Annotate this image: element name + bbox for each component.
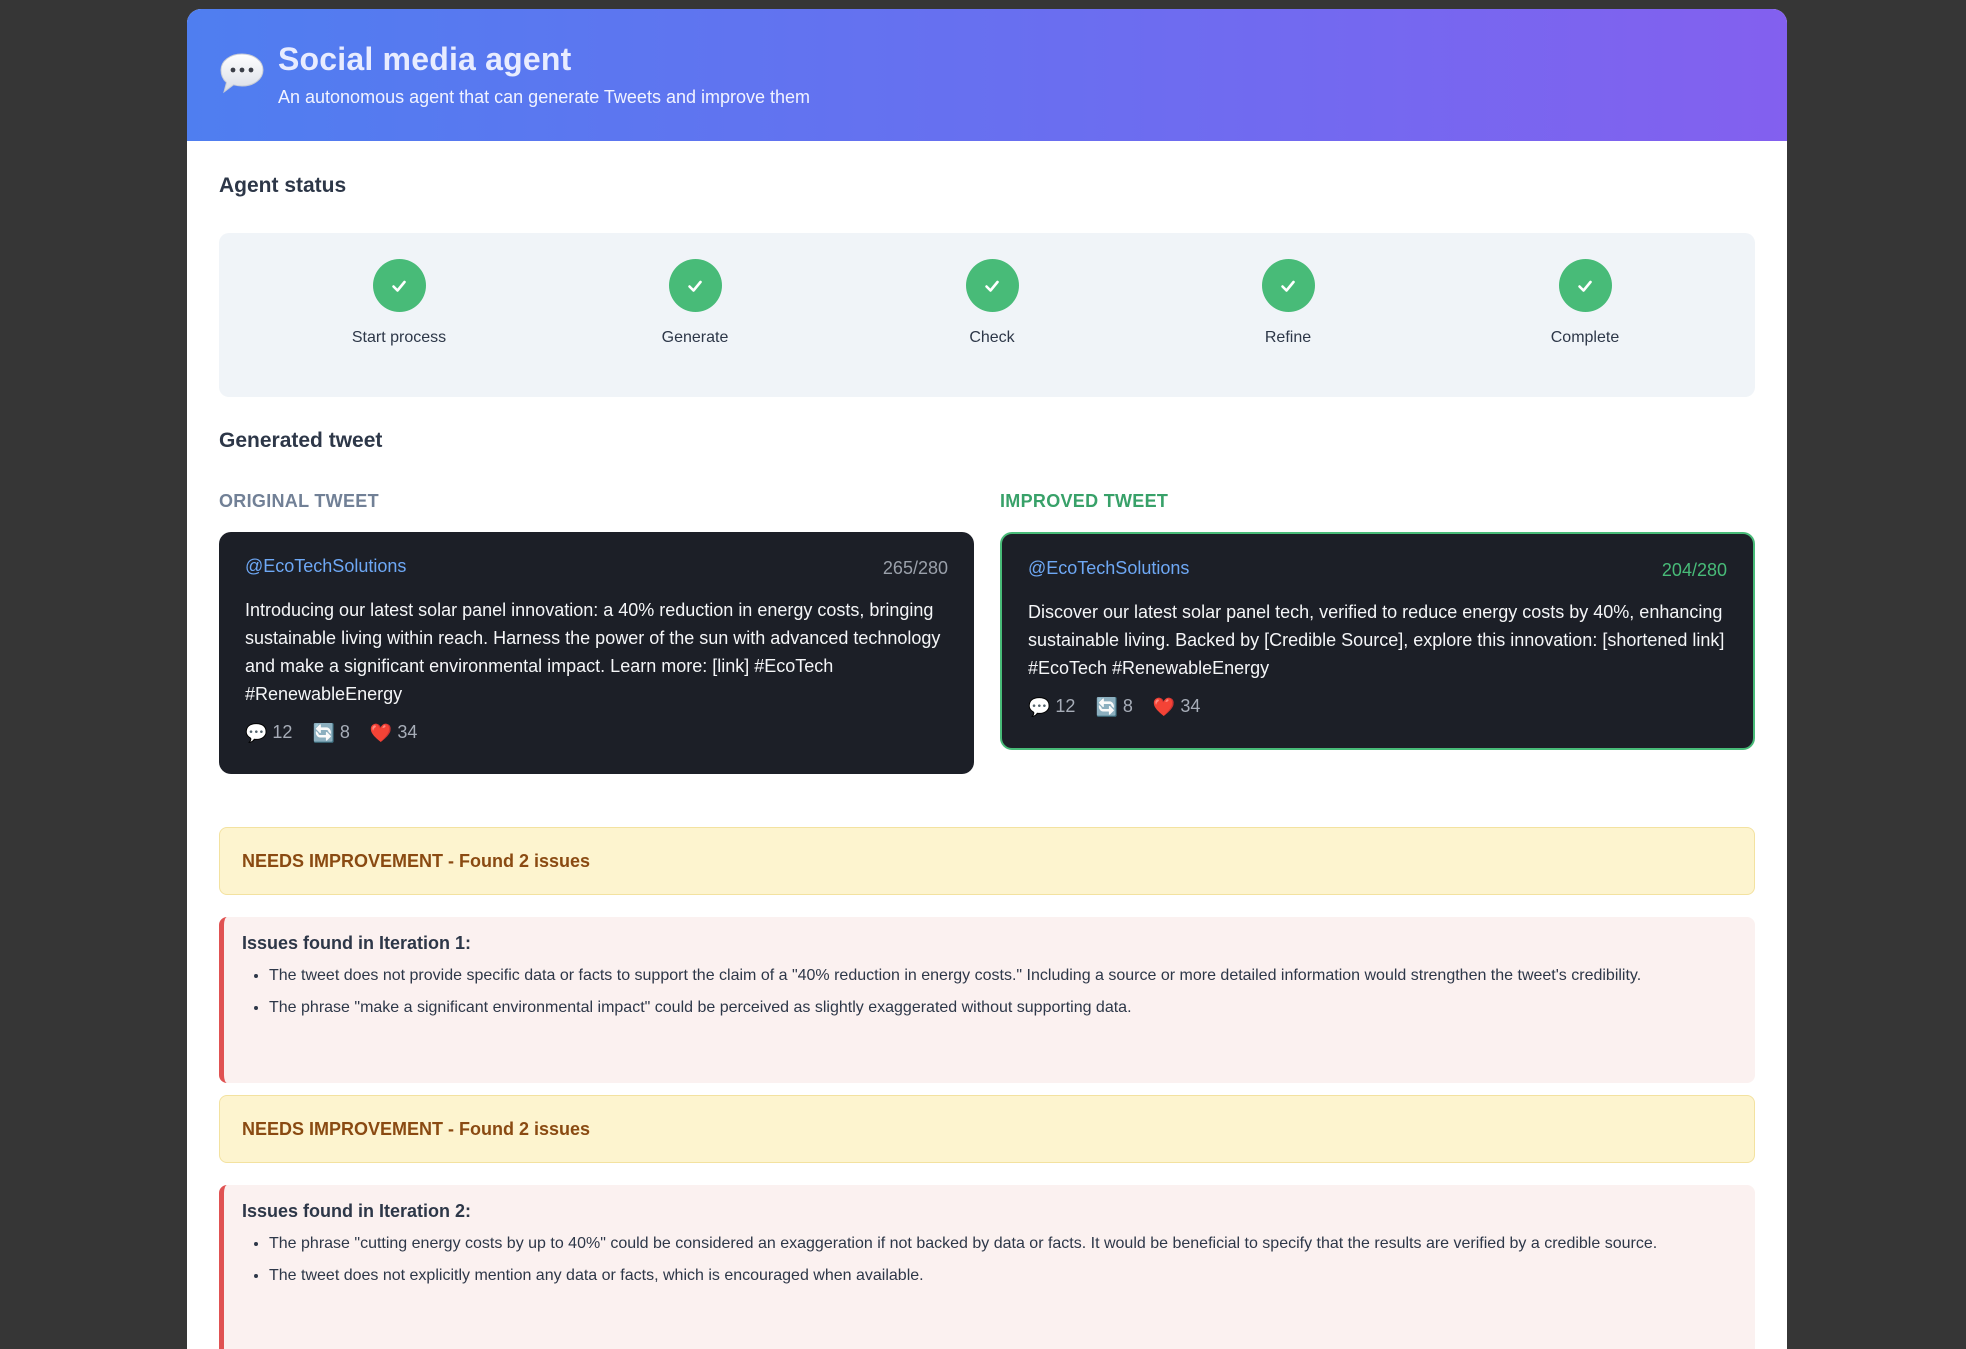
original-tweet-card: @EcoTechSolutions 265/280 Introducing ou… (219, 532, 974, 774)
improved-tweet-card: @EcoTechSolutions 204/280 Discover our l… (1000, 532, 1755, 750)
heart-icon: ❤️ (1152, 696, 1176, 717)
heart-icon: ❤️ (369, 722, 393, 743)
issues-list: The phrase "cutting energy costs by up t… (242, 1232, 1735, 1288)
issue-item: The tweet does not explicitly mention an… (269, 1264, 1735, 1288)
replies-stat: 💬 12 (1028, 696, 1075, 717)
tweet-stats: 💬 12 🔄 8 ❤️ 34 (1028, 696, 1727, 717)
step-label: Start process (351, 329, 447, 346)
step-refine: Refine (1188, 259, 1388, 347)
issues-title: Issues found in Iteration 1: (242, 933, 472, 953)
app-header: Social media agent An autonomous agent t… (187, 9, 1787, 141)
issue-item: The tweet does not provide specific data… (269, 964, 1735, 988)
issue-item: The phrase "make a significant environme… (269, 996, 1735, 1020)
issues-panel: Issues found in Iteration 2: The phrase … (219, 1185, 1755, 1349)
likes-count: 34 (1180, 696, 1201, 716)
app-window: Social media agent An autonomous agent t… (187, 9, 1787, 1349)
retweets-stat: 🔄 8 (1095, 696, 1132, 717)
step-label: Generate (661, 329, 729, 346)
likes-stat: ❤️ 34 (1153, 696, 1200, 717)
tweet-text: Discover our latest solar panel tech, ve… (1028, 602, 1725, 678)
retweet-icon: 🔄 (312, 722, 335, 743)
speech-bubble-icon: 💬 (1028, 696, 1051, 717)
step-generate: Generate (595, 259, 795, 347)
check-icon (1558, 259, 1612, 312)
check-icon (965, 259, 1019, 312)
step-complete: Complete (1485, 259, 1685, 347)
app-subtitle: An autonomous agent that can generate Tw… (278, 87, 811, 107)
retweet-icon: 🔄 (1095, 696, 1118, 717)
tweet-handle[interactable]: @EcoTechSolutions (1028, 558, 1727, 579)
agent-status-panel: Start process Generate Check Refine Comp… (219, 233, 1755, 397)
step-label: Refine (1264, 329, 1312, 346)
needs-improvement-banner: NEEDS IMPROVEMENT - Found 2 issues (219, 827, 1755, 895)
generated-tweet-title: Generated tweet (219, 429, 383, 452)
step-start-process: Start process (299, 259, 499, 347)
tweet-stats: 💬 12 🔄 8 ❤️ 34 (245, 722, 948, 743)
issues-list: The tweet does not provide specific data… (242, 964, 1735, 1020)
replies-stat: 💬 12 (245, 722, 292, 743)
retweets-count: 8 (339, 722, 350, 742)
issues-title: Issues found in Iteration 2: (242, 1201, 472, 1221)
speech-bubble-icon: 💬 (245, 722, 268, 743)
improved-tweet-label: IMPROVED TWEET (1000, 491, 1169, 511)
agent-status-title: Agent status (219, 174, 347, 197)
speech-bubble-icon (220, 53, 264, 94)
step-check: Check (892, 259, 1092, 347)
replies-count: 12 (272, 722, 293, 742)
character-count: 265/280 (882, 558, 948, 578)
issue-item: The phrase "cutting energy costs by up t… (269, 1232, 1735, 1256)
tweet-handle[interactable]: @EcoTechSolutions (245, 556, 948, 577)
retweets-count: 8 (1122, 696, 1133, 716)
check-icon (372, 259, 426, 312)
app-title: Social media agent (278, 41, 572, 77)
replies-count: 12 (1055, 696, 1076, 716)
original-tweet-label: ORIGINAL TWEET (219, 491, 379, 511)
tweet-text: Introducing our latest solar panel innov… (245, 600, 941, 704)
issues-panel: Issues found in Iteration 1: The tweet d… (219, 917, 1755, 1083)
retweets-stat: 🔄 8 (312, 722, 349, 743)
likes-count: 34 (397, 722, 418, 742)
needs-improvement-banner: NEEDS IMPROVEMENT - Found 2 issues (219, 1095, 1755, 1163)
check-icon (1261, 259, 1315, 312)
step-label: Check (969, 329, 1015, 346)
check-icon (668, 259, 722, 312)
likes-stat: ❤️ 34 (370, 722, 417, 743)
step-label: Complete (1550, 329, 1620, 346)
character-count: 204/280 (1661, 560, 1727, 580)
